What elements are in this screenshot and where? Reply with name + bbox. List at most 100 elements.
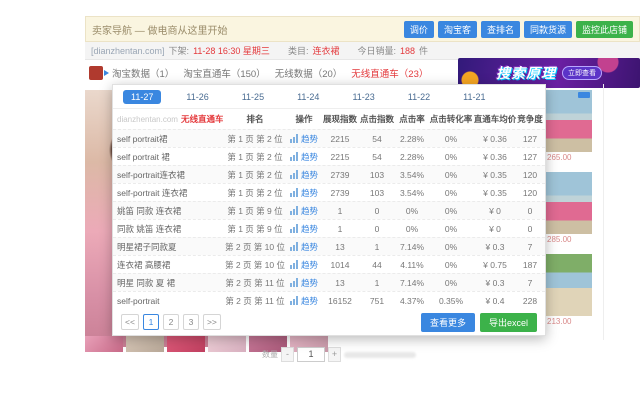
keyword-cell: 同款 姚笛 连衣裙 — [117, 223, 223, 235]
ctr-cell: 3.54% — [395, 170, 429, 180]
trend-link[interactable]: 趋势 — [301, 151, 318, 163]
impressions-cell: 16152 — [321, 296, 359, 306]
impressions-cell: 1 — [321, 224, 359, 234]
sales-unit: 件 — [419, 44, 428, 57]
cvr-cell: 0% — [429, 152, 473, 162]
sku-thumbnail[interactable] — [167, 336, 205, 352]
offshelf-value: 11-28 16:30 星期三 — [193, 44, 270, 57]
action-cell: 趋势 — [287, 277, 321, 289]
cvr-cell: 0% — [429, 278, 473, 288]
date-tab-11-22[interactable]: 11-22 — [400, 90, 438, 104]
footer-button-group: 查看更多 导出excel — [421, 313, 537, 332]
data-tab-bar: 淘宝数据（1） 淘宝直通车（150） 无线数据（20） 无线直通车（23） — [85, 60, 458, 86]
trend-link[interactable]: 趋势 — [301, 259, 318, 271]
quantity-minus-button[interactable]: - — [281, 347, 294, 362]
trend-chart-icon — [290, 296, 299, 305]
related-product-card[interactable]: 285.00 — [545, 172, 592, 245]
cvr-cell: 0% — [429, 170, 473, 180]
ctr-cell: 2.28% — [395, 152, 429, 162]
trend-link[interactable]: 趋势 — [301, 205, 318, 217]
popup-footer: << 1 2 3 >> 查看更多 导出excel — [113, 309, 545, 335]
trend-link[interactable]: 趋势 — [301, 133, 318, 145]
keyword-cell: 明星裙子同款夏 — [117, 241, 223, 253]
related-product-card[interactable]: 265.00 — [545, 90, 592, 163]
ad-title: 搜索原理 — [496, 63, 556, 83]
header-category-label: 无线直通车词 — [181, 113, 223, 125]
cvr-cell: 0% — [429, 188, 473, 198]
dianzhentan-logo-icon — [89, 66, 103, 80]
related-product-card[interactable]: 213.00 — [545, 254, 592, 327]
trend-chart-icon — [290, 152, 299, 161]
sales-label: 今日销量: — [357, 44, 396, 57]
table-header-row: dianzhentan.com 无线直通车词 11-27 排名 操作 展现指数 … — [113, 109, 545, 129]
date-tab-11-21[interactable]: 11-21 — [455, 90, 493, 104]
tab-taobao-ztc[interactable]: 淘宝直通车（150） — [183, 66, 265, 80]
keyword-cell: self-portrait — [117, 296, 223, 306]
check-rank-button[interactable]: 查排名 — [481, 21, 520, 38]
keyword-cell: self-portrait 连衣裙 — [117, 187, 223, 199]
category-link[interactable]: 连衣裙 — [312, 44, 339, 57]
cvr-cell: 0% — [429, 242, 473, 252]
impressions-cell: 2215 — [321, 134, 359, 144]
sku-thumbnail[interactable] — [126, 336, 164, 352]
table-row: self-portrait 连衣裙 第 1 页 第 2 位 趋势 2739 10… — [113, 183, 545, 201]
trend-link[interactable]: 趋势 — [301, 295, 318, 307]
action-cell: 趋势 — [287, 169, 321, 181]
tab-wireless-ztc[interactable]: 无线直通车（23） — [351, 66, 428, 80]
competition-cell: 127 — [517, 152, 543, 162]
trend-link[interactable]: 趋势 — [301, 223, 318, 235]
action-cell: 趋势 — [287, 241, 321, 253]
trend-chart-icon — [290, 260, 299, 269]
pagination-page-2[interactable]: 2 — [163, 314, 179, 330]
ppc-cell: ¥ 0.35 — [473, 170, 517, 180]
date-tab-bar: 11-27 11-26 11-25 11-24 11-23 11-22 11-2… — [113, 85, 545, 109]
ppc-column-header: 直通车均价 — [473, 113, 517, 125]
date-tab-11-25[interactable]: 11-25 — [234, 90, 272, 104]
adjust-price-button[interactable]: 调价 — [404, 21, 434, 38]
tab-taobao-data[interactable]: 淘宝数据（1） — [112, 66, 174, 80]
competition-cell: 7 — [517, 278, 543, 288]
trend-link[interactable]: 趋势 — [301, 241, 318, 253]
sku-thumbnail[interactable] — [85, 336, 123, 352]
table-row: 姚笛 同款 连衣裙 第 1 页 第 9 位 趋势 1 0 0% 0% ¥ 0 0 — [113, 201, 545, 219]
clicks-cell: 751 — [359, 296, 395, 306]
impressions-cell: 1014 — [321, 260, 359, 270]
monitor-shop-button[interactable]: 监控此店铺 — [576, 21, 633, 38]
view-more-button[interactable]: 查看更多 — [421, 313, 475, 332]
quantity-input[interactable]: 1 — [297, 347, 325, 362]
competition-column-header: 竞争度 — [517, 113, 543, 125]
clicks-column-header: 点击指数 — [359, 113, 395, 125]
cvr-cell: 0% — [429, 134, 473, 144]
impressions-cell: 2215 — [321, 152, 359, 162]
date-tab-11-26[interactable]: 11-26 — [178, 90, 216, 104]
trend-link[interactable]: 趋势 — [301, 187, 318, 199]
trend-link[interactable]: 趋势 — [301, 277, 318, 289]
date-tab-11-27[interactable]: 11-27 — [123, 90, 161, 104]
trend-link[interactable]: 趋势 — [301, 169, 318, 181]
pagination-first-button[interactable]: << — [121, 314, 139, 330]
same-item-source-button[interactable]: 同款货源 — [524, 21, 572, 38]
cvr-cell: 0% — [429, 206, 473, 216]
seller-nav-title: 卖家导航 — 做电商从这里开始 — [92, 22, 228, 37]
taobaoke-button[interactable]: 淘宝客 — [438, 21, 477, 38]
quantity-plus-button[interactable]: + — [328, 347, 341, 362]
card-badge — [578, 92, 590, 98]
sku-thumbnail[interactable] — [208, 336, 246, 352]
header-site-label: dianzhentan.com — [117, 115, 178, 124]
pagination-page-1[interactable]: 1 — [143, 314, 159, 330]
pagination-page-3[interactable]: 3 — [183, 314, 199, 330]
export-excel-button[interactable]: 导出excel — [480, 313, 537, 332]
date-tab-11-23[interactable]: 11-23 — [344, 90, 382, 104]
tab-wireless-data[interactable]: 无线数据（20） — [275, 66, 343, 80]
action-cell: 趋势 — [287, 223, 321, 235]
ad-cta-button[interactable]: 立即查看 — [562, 66, 602, 80]
pagination-last-button[interactable]: >> — [203, 314, 221, 330]
ppc-cell: ¥ 0.3 — [473, 278, 517, 288]
ppc-cell: ¥ 0.36 — [473, 134, 517, 144]
product-price: 213.00 — [545, 316, 592, 327]
offshelf-label: 下架: — [169, 44, 190, 57]
impressions-cell: 2739 — [321, 188, 359, 198]
date-tab-11-24[interactable]: 11-24 — [289, 90, 327, 104]
clicks-cell: 1 — [359, 242, 395, 252]
cvr-cell: 0.35% — [429, 296, 473, 306]
